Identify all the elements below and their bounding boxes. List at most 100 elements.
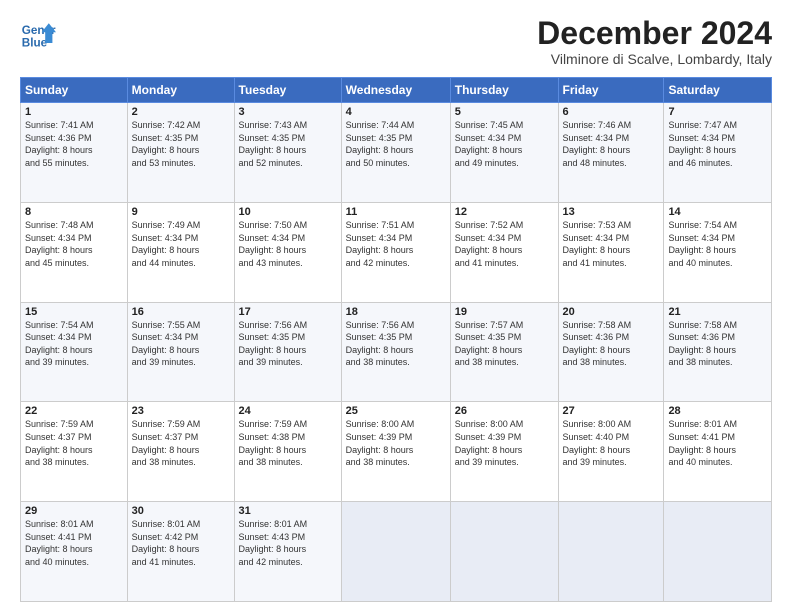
calendar-cell: 18Sunrise: 7:56 AM Sunset: 4:35 PM Dayli… (341, 302, 450, 402)
cell-info: Sunrise: 7:41 AM Sunset: 4:36 PM Dayligh… (25, 119, 123, 169)
day-number: 22 (25, 405, 123, 417)
calendar-cell: 19Sunrise: 7:57 AM Sunset: 4:35 PM Dayli… (450, 302, 558, 402)
cell-info: Sunrise: 7:45 AM Sunset: 4:34 PM Dayligh… (455, 119, 554, 169)
cell-info: Sunrise: 7:59 AM Sunset: 4:37 PM Dayligh… (25, 418, 123, 468)
cell-info: Sunrise: 7:46 AM Sunset: 4:34 PM Dayligh… (563, 119, 660, 169)
day-number: 15 (25, 306, 123, 318)
cell-info: Sunrise: 7:50 AM Sunset: 4:34 PM Dayligh… (239, 219, 337, 269)
calendar-cell (341, 502, 450, 602)
week-row-1: 1Sunrise: 7:41 AM Sunset: 4:36 PM Daylig… (21, 103, 772, 203)
calendar-cell: 31Sunrise: 8:01 AM Sunset: 4:43 PM Dayli… (234, 502, 341, 602)
cell-info: Sunrise: 8:00 AM Sunset: 4:39 PM Dayligh… (455, 418, 554, 468)
calendar-cell: 29Sunrise: 8:01 AM Sunset: 4:41 PM Dayli… (21, 502, 128, 602)
location: Vilminore di Scalve, Lombardy, Italy (537, 51, 772, 67)
calendar-cell: 22Sunrise: 7:59 AM Sunset: 4:37 PM Dayli… (21, 402, 128, 502)
cell-info: Sunrise: 7:54 AM Sunset: 4:34 PM Dayligh… (25, 319, 123, 369)
cell-info: Sunrise: 8:01 AM Sunset: 4:42 PM Dayligh… (132, 518, 230, 568)
cell-info: Sunrise: 8:01 AM Sunset: 4:43 PM Dayligh… (239, 518, 337, 568)
day-number: 10 (239, 206, 337, 218)
weekday-row: SundayMondayTuesdayWednesdayThursdayFrid… (21, 78, 772, 103)
calendar-cell: 8Sunrise: 7:48 AM Sunset: 4:34 PM Daylig… (21, 202, 128, 302)
day-number: 31 (239, 505, 337, 517)
day-number: 19 (455, 306, 554, 318)
cell-info: Sunrise: 8:00 AM Sunset: 4:40 PM Dayligh… (563, 418, 660, 468)
day-number: 12 (455, 206, 554, 218)
day-number: 9 (132, 206, 230, 218)
cell-info: Sunrise: 7:48 AM Sunset: 4:34 PM Dayligh… (25, 219, 123, 269)
day-number: 17 (239, 306, 337, 318)
cell-info: Sunrise: 7:43 AM Sunset: 4:35 PM Dayligh… (239, 119, 337, 169)
cell-info: Sunrise: 7:52 AM Sunset: 4:34 PM Dayligh… (455, 219, 554, 269)
calendar-cell: 5Sunrise: 7:45 AM Sunset: 4:34 PM Daylig… (450, 103, 558, 203)
day-number: 28 (668, 405, 767, 417)
day-number: 29 (25, 505, 123, 517)
calendar-cell (450, 502, 558, 602)
cell-info: Sunrise: 7:59 AM Sunset: 4:37 PM Dayligh… (132, 418, 230, 468)
svg-text:Blue: Blue (22, 37, 48, 50)
day-number: 25 (346, 405, 446, 417)
calendar-cell: 7Sunrise: 7:47 AM Sunset: 4:34 PM Daylig… (664, 103, 772, 203)
calendar-cell: 14Sunrise: 7:54 AM Sunset: 4:34 PM Dayli… (664, 202, 772, 302)
week-row-5: 29Sunrise: 8:01 AM Sunset: 4:41 PM Dayli… (21, 502, 772, 602)
calendar-cell: 23Sunrise: 7:59 AM Sunset: 4:37 PM Dayli… (127, 402, 234, 502)
day-number: 18 (346, 306, 446, 318)
logo-icon: General Blue (20, 16, 56, 52)
logo: General Blue (20, 16, 60, 52)
calendar-cell: 4Sunrise: 7:44 AM Sunset: 4:35 PM Daylig… (341, 103, 450, 203)
cell-info: Sunrise: 7:44 AM Sunset: 4:35 PM Dayligh… (346, 119, 446, 169)
cell-info: Sunrise: 7:47 AM Sunset: 4:34 PM Dayligh… (668, 119, 767, 169)
calendar-cell: 28Sunrise: 8:01 AM Sunset: 4:41 PM Dayli… (664, 402, 772, 502)
week-row-2: 8Sunrise: 7:48 AM Sunset: 4:34 PM Daylig… (21, 202, 772, 302)
cell-info: Sunrise: 7:58 AM Sunset: 4:36 PM Dayligh… (668, 319, 767, 369)
calendar-cell: 6Sunrise: 7:46 AM Sunset: 4:34 PM Daylig… (558, 103, 664, 203)
day-number: 26 (455, 405, 554, 417)
cell-info: Sunrise: 7:59 AM Sunset: 4:38 PM Dayligh… (239, 418, 337, 468)
day-number: 20 (563, 306, 660, 318)
calendar-cell: 17Sunrise: 7:56 AM Sunset: 4:35 PM Dayli… (234, 302, 341, 402)
calendar-cell: 16Sunrise: 7:55 AM Sunset: 4:34 PM Dayli… (127, 302, 234, 402)
calendar-cell: 30Sunrise: 8:01 AM Sunset: 4:42 PM Dayli… (127, 502, 234, 602)
day-number: 21 (668, 306, 767, 318)
weekday-header-sunday: Sunday (21, 78, 128, 103)
calendar-cell: 25Sunrise: 8:00 AM Sunset: 4:39 PM Dayli… (341, 402, 450, 502)
day-number: 8 (25, 206, 123, 218)
day-number: 13 (563, 206, 660, 218)
cell-info: Sunrise: 7:51 AM Sunset: 4:34 PM Dayligh… (346, 219, 446, 269)
calendar-cell: 13Sunrise: 7:53 AM Sunset: 4:34 PM Dayli… (558, 202, 664, 302)
header: General Blue December 2024 Vilminore di … (20, 16, 772, 67)
calendar-cell: 1Sunrise: 7:41 AM Sunset: 4:36 PM Daylig… (21, 103, 128, 203)
weekday-header-wednesday: Wednesday (341, 78, 450, 103)
cell-info: Sunrise: 8:01 AM Sunset: 4:41 PM Dayligh… (25, 518, 123, 568)
day-number: 4 (346, 106, 446, 118)
cell-info: Sunrise: 7:56 AM Sunset: 4:35 PM Dayligh… (346, 319, 446, 369)
calendar-cell: 9Sunrise: 7:49 AM Sunset: 4:34 PM Daylig… (127, 202, 234, 302)
calendar-cell: 27Sunrise: 8:00 AM Sunset: 4:40 PM Dayli… (558, 402, 664, 502)
weekday-header-saturday: Saturday (664, 78, 772, 103)
cell-info: Sunrise: 7:53 AM Sunset: 4:34 PM Dayligh… (563, 219, 660, 269)
calendar-cell: 11Sunrise: 7:51 AM Sunset: 4:34 PM Dayli… (341, 202, 450, 302)
title-block: December 2024 Vilminore di Scalve, Lomba… (537, 16, 772, 67)
day-number: 24 (239, 405, 337, 417)
day-number: 6 (563, 106, 660, 118)
week-row-4: 22Sunrise: 7:59 AM Sunset: 4:37 PM Dayli… (21, 402, 772, 502)
cell-info: Sunrise: 7:49 AM Sunset: 4:34 PM Dayligh… (132, 219, 230, 269)
cell-info: Sunrise: 8:01 AM Sunset: 4:41 PM Dayligh… (668, 418, 767, 468)
cell-info: Sunrise: 8:00 AM Sunset: 4:39 PM Dayligh… (346, 418, 446, 468)
day-number: 14 (668, 206, 767, 218)
calendar-cell: 26Sunrise: 8:00 AM Sunset: 4:39 PM Dayli… (450, 402, 558, 502)
cell-info: Sunrise: 7:57 AM Sunset: 4:35 PM Dayligh… (455, 319, 554, 369)
calendar-cell (664, 502, 772, 602)
calendar-cell (558, 502, 664, 602)
calendar-body: 1Sunrise: 7:41 AM Sunset: 4:36 PM Daylig… (21, 103, 772, 602)
calendar-cell: 12Sunrise: 7:52 AM Sunset: 4:34 PM Dayli… (450, 202, 558, 302)
week-row-3: 15Sunrise: 7:54 AM Sunset: 4:34 PM Dayli… (21, 302, 772, 402)
calendar-table: SundayMondayTuesdayWednesdayThursdayFrid… (20, 77, 772, 602)
day-number: 2 (132, 106, 230, 118)
calendar-cell: 15Sunrise: 7:54 AM Sunset: 4:34 PM Dayli… (21, 302, 128, 402)
day-number: 23 (132, 405, 230, 417)
calendar-header: SundayMondayTuesdayWednesdayThursdayFrid… (21, 78, 772, 103)
day-number: 27 (563, 405, 660, 417)
weekday-header-tuesday: Tuesday (234, 78, 341, 103)
weekday-header-monday: Monday (127, 78, 234, 103)
weekday-header-thursday: Thursday (450, 78, 558, 103)
